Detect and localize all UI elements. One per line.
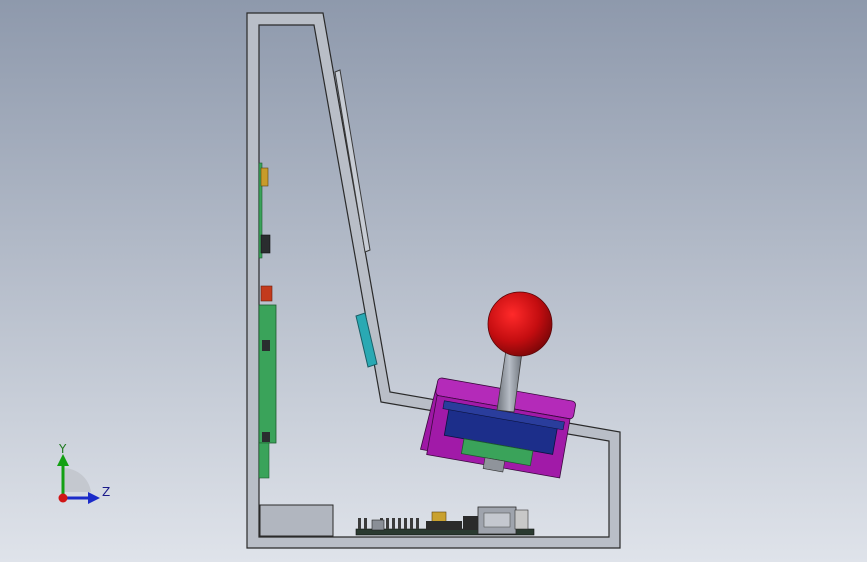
- y-axis-label: Y: [59, 442, 67, 456]
- viewport-background: [0, 0, 867, 562]
- back-board-edge[interactable]: [258, 442, 270, 479]
- triad-arc: [63, 467, 91, 492]
- triad-origin: [58, 493, 68, 503]
- arcade-cabinet-side-view[interactable]: [0, 0, 867, 562]
- back-board-lower-chip[interactable]: [262, 432, 270, 442]
- joystick-ball-top[interactable]: [487, 291, 553, 357]
- cad-viewport[interactable]: Y Z: [0, 0, 867, 562]
- back-board-lower-chip[interactable]: [262, 340, 270, 351]
- bottom-board-component[interactable]: [371, 519, 385, 531]
- triad-graphic: [57, 454, 100, 504]
- z-axis-label: Z: [102, 485, 111, 499]
- z-axis-arrow-head: [88, 492, 100, 504]
- back-board-connector-dark[interactable]: [260, 234, 271, 254]
- usb-connector-end[interactable]: [514, 509, 529, 530]
- bottom-board-gold-cap[interactable]: [431, 511, 447, 523]
- back-board-connector-gold[interactable]: [260, 167, 269, 187]
- power-supply-box[interactable]: [259, 504, 334, 537]
- back-board-lower[interactable]: [258, 304, 277, 444]
- bottom-board-dark-block[interactable]: [426, 521, 462, 530]
- back-board-red-part[interactable]: [260, 285, 273, 302]
- coordinate-triad: Y Z: [40, 440, 130, 520]
- usb-connector-inner: [483, 512, 511, 528]
- bottom-board-dark-block[interactable]: [463, 516, 479, 530]
